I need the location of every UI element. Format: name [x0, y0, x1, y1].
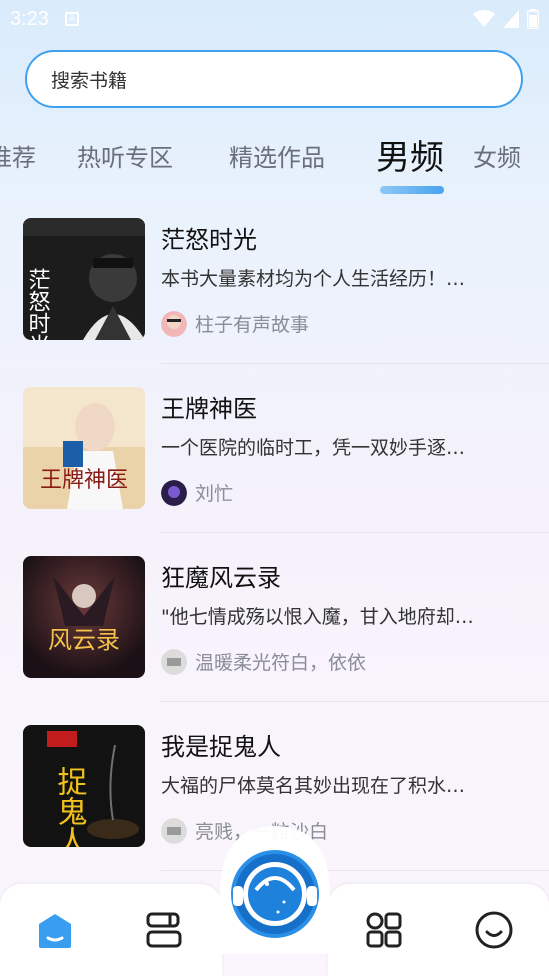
tab-hot-listen[interactable]: 热听专区 [77, 138, 173, 173]
status-icons [473, 9, 539, 29]
player-button[interactable] [220, 826, 330, 954]
category-grid-icon[interactable] [364, 910, 404, 950]
book-title: 王牌神医 [161, 395, 257, 423]
signal-icon [503, 10, 519, 28]
tab-male[interactable]: 男频 [376, 130, 444, 179]
author-name: 刘忙 [195, 483, 234, 505]
book-cover[interactable]: 茫怒时光 [23, 218, 145, 340]
profile-smile-icon[interactable] [474, 910, 514, 950]
author-avatar [161, 479, 187, 506]
book-title: 狂魔风云录 [161, 564, 281, 592]
list-item[interactable]: 王牌神医 王牌神医 一个医院的临时工，凭一双妙手逐… 刘忙 [0, 369, 549, 538]
book-description: 大福的尸体莫名其妙出现在了积水… [161, 775, 466, 797]
wifi-icon [473, 10, 495, 27]
list-item[interactable]: 茫怒时光 茫怒时光 本书大量素材均为个人生活经历！… 柱子有声故事 [0, 200, 549, 369]
book-cover[interactable]: 风云录 [23, 556, 145, 678]
book-title: 我是捉鬼人 [161, 733, 281, 761]
book-cover[interactable]: 捉鬼人 [23, 725, 145, 847]
status-time: 3:23 [10, 7, 49, 30]
search-input[interactable]: 搜索书籍 [25, 50, 523, 108]
book-author: 柱子有声故事 [161, 310, 309, 337]
list-item[interactable]: 风云录 狂魔风云录 "他七情成殇以恨入魔，甘入地府却… 温暖柔光符白，依依 [0, 538, 549, 707]
category-tabs: 推荐 热听专区 精选作品 男频 女频 [0, 128, 549, 198]
active-tab-indicator [380, 186, 444, 194]
book-title: 茫怒时光 [161, 226, 257, 254]
cover-text: 风云录 [48, 626, 120, 654]
book-cover[interactable]: 王牌神医 [23, 387, 145, 509]
divider [161, 701, 549, 702]
search-placeholder: 搜索书籍 [51, 69, 128, 92]
battery-icon [527, 9, 539, 29]
book-list: 茫怒时光 茫怒时光 本书大量素材均为个人生活经历！… 柱子有声故事 王牌神医 王… [0, 200, 549, 876]
author-name: 柱子有声故事 [195, 314, 310, 336]
home-icon[interactable] [35, 910, 75, 950]
book-author: 温暖柔光符白，依依 [161, 648, 366, 675]
author-avatar [161, 817, 187, 844]
nav-panel-left [0, 884, 222, 976]
bookshelf-icon[interactable] [144, 910, 184, 950]
divider [161, 532, 549, 533]
a-icon: A [64, 12, 79, 26]
book-author: 刘忙 [161, 479, 233, 506]
book-description: 一个医院的临时工，凭一双妙手逐… [161, 437, 466, 459]
author-name: 温暖柔光符白，依依 [195, 652, 367, 674]
cover-text: 茫怒时光 [25, 268, 51, 340]
book-description: 本书大量素材均为个人生活经历！… [161, 268, 466, 290]
cover-text: 捉鬼人 [52, 766, 88, 847]
cover-text: 王牌神医 [40, 468, 128, 493]
book-description: "他七情成殇以恨入魔，甘入地府却… [161, 606, 474, 628]
nav-panel-right [328, 884, 549, 976]
status-bar: 3:23 A [0, 0, 549, 38]
author-avatar [161, 648, 187, 675]
tab-selected-works[interactable]: 精选作品 [229, 138, 325, 173]
divider [161, 363, 549, 364]
tab-female[interactable]: 女频 [473, 138, 521, 173]
tab-recommend[interactable]: 推荐 [0, 138, 36, 173]
author-avatar [161, 310, 187, 337]
